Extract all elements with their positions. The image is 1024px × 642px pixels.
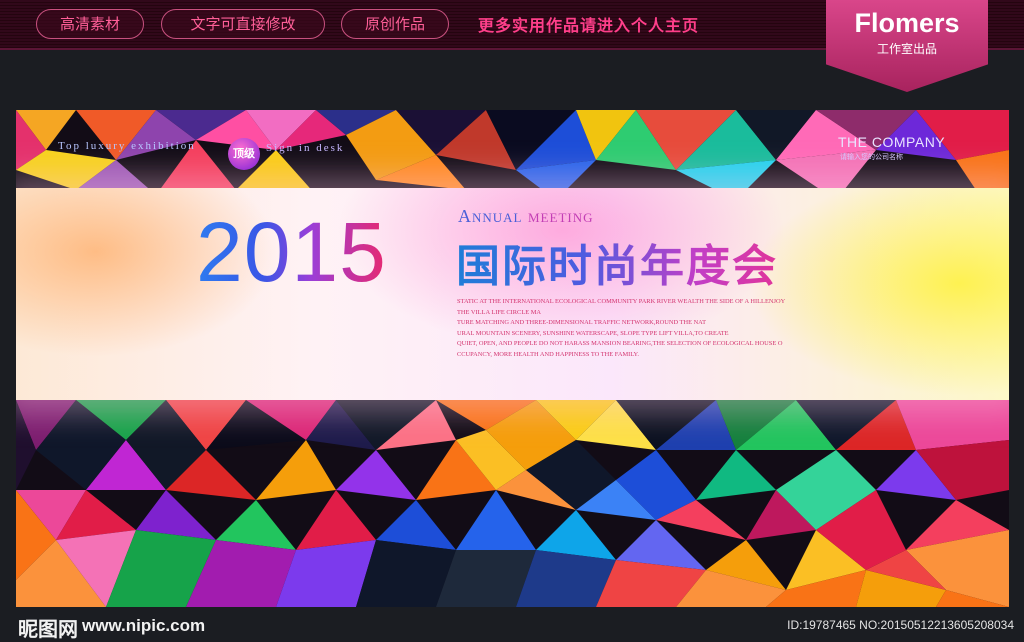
description-line: CCUPANCY, MORE HEALTH AND HAPPINESS TO T… xyxy=(457,350,639,358)
event-banner: Top luxury exhibition 顶级 Sign in desk TH… xyxy=(16,110,1009,607)
event-year: 2015 xyxy=(196,202,387,302)
event-title: 国际时尚年度会 xyxy=(456,230,778,294)
homepage-link[interactable]: 更多实用作品请进入个人主页 xyxy=(478,12,699,36)
description-line: QUIET, OPEN, AND PEOPLE DO NOT HARASS MA… xyxy=(457,340,783,347)
tag-original-work[interactable]: 原创作品 xyxy=(341,9,449,39)
brand-name: Flomers xyxy=(854,8,960,38)
sign-in-tagline: Sign in desk xyxy=(266,142,345,154)
brand-subtitle: 工作室出品 xyxy=(876,42,937,56)
company-name: THE COMPANY xyxy=(838,134,946,150)
description-line: THE VILLA LIFE CIRCLE MA xyxy=(457,308,542,316)
nipic-logo: 昵图网 xyxy=(18,617,78,641)
event-description: STATIC AT THE INTERNATIONAL ECOLOGICAL C… xyxy=(457,297,837,360)
image-id: ID:19787465 NO:20150512213605208034 xyxy=(787,618,1014,632)
annual-word: Annual xyxy=(458,206,523,226)
exhibition-tagline: Top luxury exhibition xyxy=(58,140,196,152)
tag-editable-text[interactable]: 文字可直接修改 xyxy=(161,9,325,39)
meeting-word: meeting xyxy=(528,206,594,226)
nipic-url[interactable]: www.nipic.com xyxy=(82,616,205,636)
description-line: STATIC AT THE INTERNATIONAL ECOLOGICAL C… xyxy=(457,298,786,305)
top-badge: 顶级 xyxy=(228,138,260,170)
annual-meeting-label: Annual meeting xyxy=(458,206,594,227)
tag-hd-material[interactable]: 高清素材 xyxy=(36,9,144,39)
brand-badge[interactable]: Flomers 工作室出品 xyxy=(826,0,988,92)
description-line: TURE MATCHING AND THREE-DIMENSIONAL TRAF… xyxy=(457,319,706,326)
company-placeholder: 请输入您的公司名称 xyxy=(840,153,903,161)
watermark-footer: 昵图网 www.nipic.com ID:19787465 NO:2015051… xyxy=(0,608,1024,642)
description-line: URAL MOUNTAIN SCENERY, SUNSHINE WATERSCA… xyxy=(457,329,729,337)
